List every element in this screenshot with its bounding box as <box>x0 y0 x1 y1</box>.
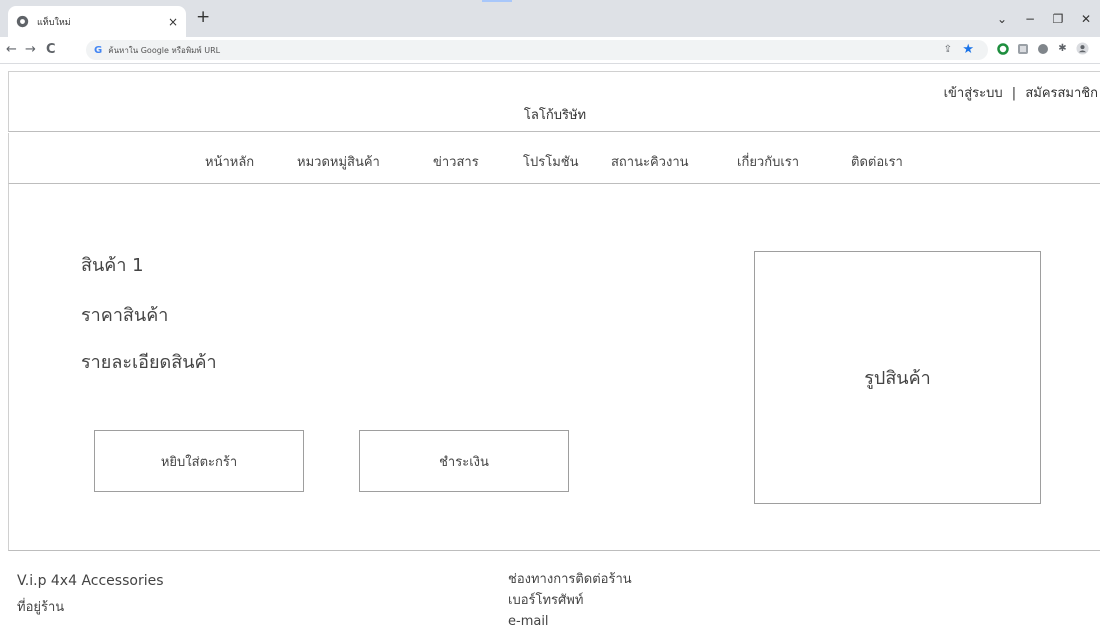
product-detail: รายละเอียดสินค้า <box>81 352 217 373</box>
google-icon: G <box>94 44 103 56</box>
window-controls: ⌄ − ❐ ✕ <box>988 0 1100 37</box>
footer-address: ที่อยู่ร้าน <box>17 600 65 615</box>
address-placeholder: ค้นหาใน Google หรือพิมพ์ URL <box>108 45 221 55</box>
profile-icon[interactable] <box>1076 42 1089 55</box>
share-icon[interactable]: ⇪ <box>944 44 952 55</box>
maximize-icon[interactable]: ❐ <box>1044 12 1072 26</box>
extension-pdf-icon[interactable] <box>1016 42 1029 55</box>
browser-tab[interactable]: แท็บใหม่ × <box>8 6 186 37</box>
footer-contact-title: ช่องทางการติดต่อร้าน <box>508 572 632 587</box>
toolbar-divider <box>0 63 1100 64</box>
tab-close-icon[interactable]: × <box>168 16 178 28</box>
site-footer: V.i.p 4x4 Accessories ที่อยู่ร้าน ช่องทา… <box>0 552 1100 633</box>
footer-shop-name: V.i.p 4x4 Accessories <box>17 573 164 589</box>
product-price: ราคาสินค้า <box>81 305 169 326</box>
product-name: สินค้า 1 <box>81 255 144 276</box>
nav-item-contact[interactable]: ติดต่อเรา <box>851 151 903 172</box>
add-to-cart-button[interactable]: หยิบใส่ตะกร้า <box>94 430 304 492</box>
register-link[interactable]: สมัครสมาชิก <box>1025 86 1098 101</box>
close-window-icon[interactable]: ✕ <box>1072 12 1100 26</box>
extensions-bar: ✱ ⋮ <box>996 42 1100 55</box>
auth-links: เข้าสู่ระบบ | สมัครสมาชิก <box>944 82 1098 103</box>
back-icon[interactable]: ← <box>6 41 17 59</box>
site-header: โลโก้บริษัท เข้าสู่ระบบ | สมัครสมาชิก <box>8 71 1100 132</box>
minimize-icon[interactable]: − <box>1016 12 1044 26</box>
nav-item-promotion[interactable]: โปรโมชัน <box>523 151 578 172</box>
menu-icon[interactable]: ⋮ <box>1096 42 1100 55</box>
nav-item-news[interactable]: ข่าวสาร <box>433 151 479 172</box>
nav-item-queue-status[interactable]: สถานะคิวงาน <box>611 151 689 172</box>
product-section: สินค้า 1 ราคาสินค้า รายละเอียดสินค้า หยิ… <box>8 184 1100 551</box>
nav-item-categories[interactable]: หมวดหมู่สินค้า <box>297 151 380 172</box>
star-icon[interactable]: ★ <box>962 42 974 57</box>
nav-item-home[interactable]: หน้าหลัก <box>205 151 254 172</box>
extension-circle-icon[interactable] <box>1036 42 1049 55</box>
nav-item-about[interactable]: เกี่ยวกับเรา <box>737 151 799 172</box>
login-link[interactable]: เข้าสู่ระบบ <box>944 86 1003 101</box>
browser-tabstrip: แท็บใหม่ × + ⌄ − ❐ ✕ <box>0 0 1100 37</box>
forward-icon[interactable]: → <box>25 41 36 59</box>
pay-button[interactable]: ชำระเงิน <box>359 430 569 492</box>
puzzle-icon[interactable]: ✱ <box>1056 42 1069 55</box>
company-logo[interactable]: โลโก้บริษัท <box>9 104 1100 125</box>
footer-contact: ช่องทางการติดต่อร้าน เบอร์โทรศัพท์ e-mai… <box>508 569 632 632</box>
tab-title: แท็บใหม่ <box>37 17 71 28</box>
auth-separator: | <box>1011 86 1017 101</box>
tab-accent <box>482 0 512 2</box>
tab-search-icon[interactable]: ⌄ <box>988 12 1016 26</box>
product-image-label: รูปสินค้า <box>864 368 931 389</box>
extension-green-icon[interactable] <box>996 42 1009 55</box>
browser-toolbar: ← → C G ค้นหาใน Google หรือพิมพ์ URL ⇪ ★… <box>0 37 1100 63</box>
product-image: รูปสินค้า <box>754 251 1041 504</box>
reload-icon[interactable]: C <box>46 41 56 59</box>
address-bar[interactable]: G ค้นหาใน Google หรือพิมพ์ URL ⇪ ★ <box>86 40 988 60</box>
footer-phone: เบอร์โทรศัพท์ <box>508 593 584 608</box>
footer-email: e-mail <box>508 614 549 629</box>
main-nav: หน้าหลัก หมวดหมู่สินค้า ข่าวสาร โปรโมชัน… <box>8 133 1100 184</box>
chrome-icon <box>16 15 29 28</box>
new-tab-button[interactable]: + <box>196 9 210 26</box>
